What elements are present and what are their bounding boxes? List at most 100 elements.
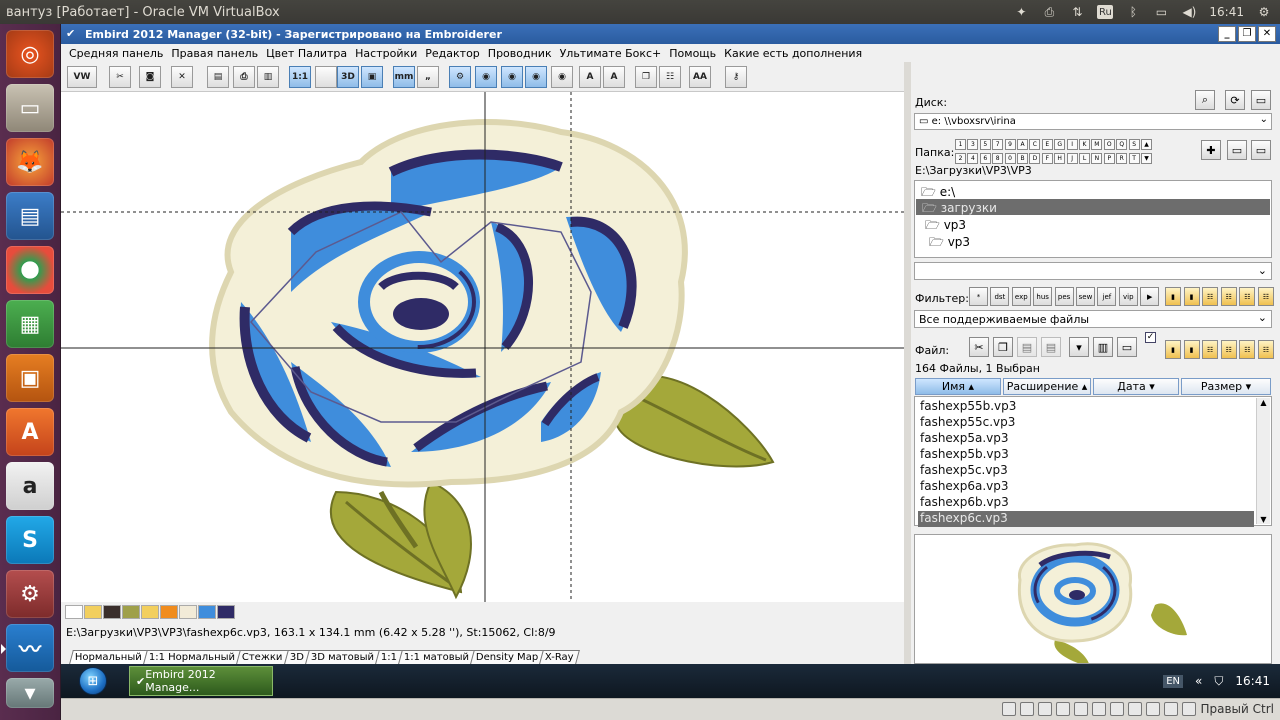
tab-x-ray[interactable]: X-Ray (539, 650, 580, 664)
filter-button[interactable]: pes (1054, 287, 1074, 306)
menu-color-palette[interactable]: Цвет Палитра (262, 47, 351, 60)
taskbar-clock[interactable]: 16:41 (1235, 674, 1270, 688)
list-icon[interactable]: ☷ (1202, 287, 1219, 306)
folder-shortcut-button[interactable]: K (1079, 139, 1090, 150)
folder-icon[interactable]: ▭ (1227, 140, 1247, 160)
scroll-up-icon[interactable]: ▲ (1141, 139, 1152, 150)
menu-middle-panel[interactable]: Средняя панель (65, 47, 167, 60)
arrow-down-icon[interactable] (1182, 702, 1197, 716)
paste-alt-icon[interactable]: ▤ (1041, 337, 1061, 357)
amazon-icon[interactable]: a (6, 462, 54, 510)
column-date[interactable]: Дата ▾ (1093, 378, 1179, 395)
folder-open-icon[interactable]: ▭ (1251, 140, 1271, 160)
tree-item-vp3-sub[interactable]: 🗁 vp3 (929, 233, 970, 254)
color-swatch[interactable] (160, 605, 178, 619)
design-canvas[interactable] (61, 92, 904, 602)
transfer-icon[interactable]: ⇅ (1069, 5, 1085, 19)
folder-shortcut-button[interactable]: 8 (992, 153, 1004, 164)
lock-alt-icon[interactable]: ▮ (1183, 287, 1200, 306)
folder-shortcut-button[interactable]: R (1116, 153, 1128, 164)
grid-small-icon[interactable]: ☷ (1220, 340, 1237, 359)
minimize-button[interactable]: _ (1218, 26, 1236, 42)
key-icon[interactable]: ⚷ (725, 66, 747, 88)
font-icon[interactable]: AA (689, 66, 711, 88)
scale-1-1-icon[interactable]: 1:1 (289, 66, 311, 88)
list-item-selected[interactable]: fashexp6c.vp3 (918, 511, 1254, 527)
folder-shortcut-button[interactable]: P (1103, 153, 1115, 164)
folder-shortcut-button[interactable]: 9 (1004, 139, 1016, 150)
tray-expand-icon[interactable]: « (1195, 674, 1202, 688)
wave-icon[interactable]: VW (67, 66, 97, 88)
eye-2-icon[interactable]: ◉ (501, 66, 523, 88)
menu-addons[interactable]: Какие есть дополнения (720, 47, 866, 60)
taskbar-embird-button[interactable]: ✔ Embird 2012 Manage... (129, 666, 273, 696)
folder-shortcut-button[interactable]: F (1041, 153, 1053, 164)
cross-icon[interactable]: ✕ (171, 66, 193, 88)
color-swatch[interactable] (84, 605, 102, 619)
usb-icon[interactable] (1074, 702, 1089, 716)
filter-button[interactable]: * (969, 287, 988, 306)
cut-icon[interactable]: ✂ (969, 337, 989, 357)
menu-right-panel[interactable]: Правая панель (167, 47, 262, 60)
folder-shortcut-button[interactable]: L (1079, 153, 1090, 164)
list-item[interactable]: fashexp5b.vp3 (918, 447, 1254, 463)
folder-shortcut-button[interactable]: C (1029, 139, 1041, 150)
tab-stitches[interactable]: Стежки (236, 650, 289, 664)
trash-icon[interactable]: ▾ (6, 678, 54, 708)
list-item[interactable]: fashexp55b.vp3 (918, 399, 1254, 415)
convert-icon[interactable]: ▥ (1093, 337, 1113, 357)
scroll-down-icon[interactable]: ▼ (1257, 515, 1270, 524)
grid-large-icon[interactable]: ☷ (1258, 287, 1274, 306)
grid-small-icon[interactable]: ☷ (1220, 287, 1237, 306)
tab-normal-1-1[interactable]: 1:1 Нормальный (142, 650, 241, 664)
hdd-icon[interactable] (1002, 702, 1017, 716)
folder-shortcut-button[interactable]: O (1103, 139, 1115, 150)
export-icon[interactable]: ▥ (257, 66, 279, 88)
list-item[interactable]: fashexp5c.vp3 (918, 463, 1254, 479)
folder-shortcut-button[interactable]: 5 (979, 139, 991, 150)
tab-normal[interactable]: Нормальный (69, 650, 148, 664)
column-extension[interactable]: Расширение ▴ (1003, 378, 1091, 395)
scroll-up-icon[interactable]: ▲ (1257, 398, 1270, 407)
folder-shortcut-button[interactable]: T (1128, 153, 1140, 164)
ruler-icon[interactable]: mm (393, 66, 415, 88)
lock-icon[interactable]: ▮ (1165, 287, 1181, 306)
dropbox-icon[interactable]: ✦ (1013, 5, 1029, 19)
disk-select[interactable]: ▭ e: \\vboxsrv\irina ⌄ (914, 113, 1272, 130)
folder-shortcut-button[interactable]: S (1128, 139, 1140, 150)
bluetooth-icon[interactable]: ᛒ (1125, 5, 1141, 19)
system-settings-icon[interactable]: ⚙ (6, 570, 54, 618)
filter-button[interactable]: vip (1118, 287, 1138, 306)
folder-shortcut-button[interactable]: 7 (992, 139, 1004, 150)
color-swatch[interactable] (103, 605, 121, 619)
menu-explorer[interactable]: Проводник (484, 47, 556, 60)
shared-folder-icon[interactable] (1092, 702, 1107, 716)
folder-shortcut-button[interactable]: D (1029, 153, 1041, 164)
grid-icon[interactable]: ☷ (1239, 340, 1256, 359)
printer-icon[interactable]: ⎙ (1041, 5, 1057, 19)
list-item[interactable]: fashexp6b.vp3 (918, 495, 1254, 511)
color-swatch[interactable] (141, 605, 159, 619)
windows-start-icon[interactable]: ⊞ (79, 667, 107, 695)
folder-shortcut-button[interactable]: A (1017, 139, 1028, 150)
inch-icon[interactable]: „ (417, 66, 439, 88)
grid-icon[interactable] (315, 66, 337, 88)
volume-icon[interactable]: ◀) (1181, 5, 1197, 19)
print-icon[interactable]: ⎙ (233, 66, 255, 88)
mouse-integration-icon[interactable] (1164, 702, 1179, 716)
firefox-icon[interactable]: 🦊 (6, 138, 54, 186)
tab-3d-matte[interactable]: 3D матовый (304, 650, 380, 664)
folder-shortcut-button[interactable]: I (1066, 139, 1078, 150)
skype-icon[interactable]: S (6, 516, 54, 564)
files-icon[interactable]: ▭ (6, 84, 54, 132)
column-size[interactable]: Размер ▾ (1181, 378, 1271, 395)
shield-icon[interactable]: ⛉ (1214, 674, 1223, 689)
paste-icon[interactable]: ▤ (1017, 337, 1037, 357)
tab-1-1-matte[interactable]: 1:1 матовый (397, 650, 475, 664)
filter-button[interactable]: dst (990, 287, 1010, 306)
network-icon[interactable] (1056, 702, 1071, 716)
window-icon[interactable]: ▭ (1251, 90, 1271, 110)
color-swatch[interactable] (65, 605, 83, 619)
eye-1-icon[interactable]: ◉ (475, 66, 497, 88)
folder-shortcut-button[interactable]: 4 (967, 153, 979, 164)
